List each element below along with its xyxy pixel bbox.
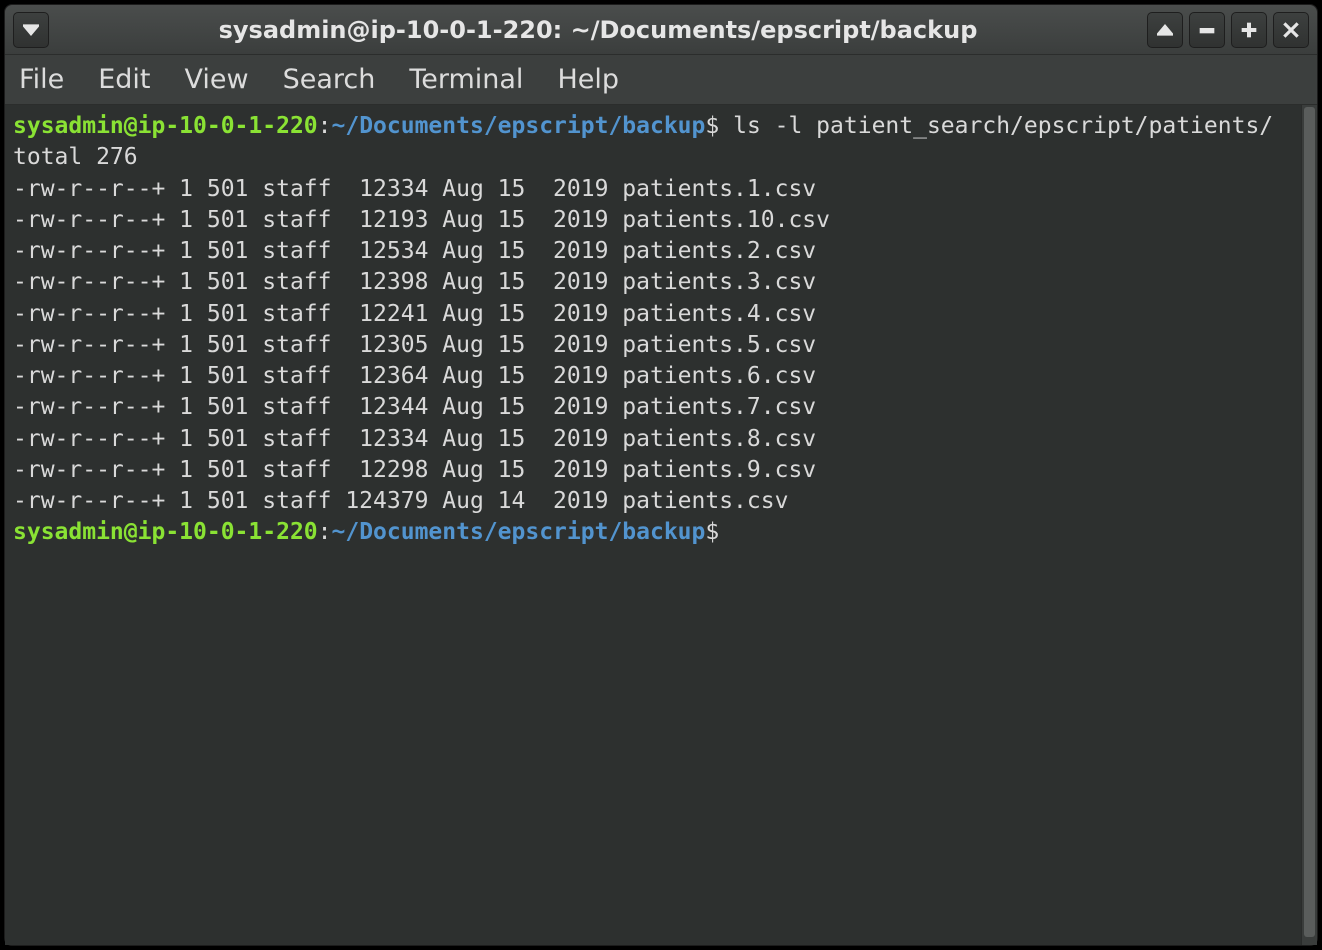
maximize-button[interactable] xyxy=(1231,12,1267,48)
minimize-icon xyxy=(1199,22,1215,38)
titlebar: sysadmin@ip-10-0-1-220: ~/Documents/epsc… xyxy=(5,5,1317,55)
plus-icon xyxy=(1241,22,1257,38)
menu-view[interactable]: View xyxy=(184,64,248,95)
chevron-down-icon xyxy=(23,22,39,38)
minimize-button[interactable] xyxy=(1189,12,1225,48)
window-title: sysadmin@ip-10-0-1-220: ~/Documents/epsc… xyxy=(49,16,1147,44)
scrollbar[interactable] xyxy=(1301,105,1317,945)
menu-help[interactable]: Help xyxy=(557,64,619,95)
menubar: File Edit View Search Terminal Help xyxy=(5,55,1317,105)
menu-edit[interactable]: Edit xyxy=(98,64,150,95)
app-menu-button[interactable] xyxy=(13,12,49,48)
chevron-up-icon xyxy=(1157,22,1173,38)
menu-search[interactable]: Search xyxy=(283,64,376,95)
keep-above-button[interactable] xyxy=(1147,12,1183,48)
close-button[interactable] xyxy=(1273,12,1309,48)
scrollbar-thumb[interactable] xyxy=(1304,107,1315,937)
menu-terminal[interactable]: Terminal xyxy=(409,64,523,95)
menu-file[interactable]: File xyxy=(19,64,64,95)
terminal-output[interactable]: sysadmin@ip-10-0-1-220:~/Documents/epscr… xyxy=(5,105,1301,945)
terminal-body-wrap: sysadmin@ip-10-0-1-220:~/Documents/epscr… xyxy=(5,105,1317,945)
close-icon xyxy=(1283,22,1299,38)
terminal-window: sysadmin@ip-10-0-1-220: ~/Documents/epsc… xyxy=(4,4,1318,946)
